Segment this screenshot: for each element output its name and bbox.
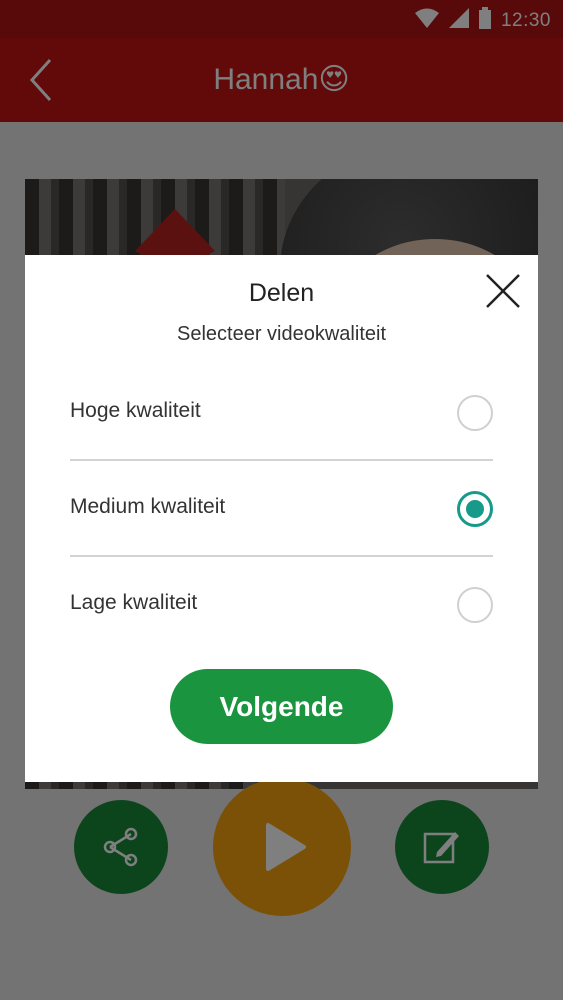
option-low-quality[interactable]: Lage kwaliteit	[70, 557, 493, 653]
quality-options: Hoge kwaliteit Medium kwaliteit Lage kwa…	[70, 365, 493, 653]
radio-high-quality[interactable]	[457, 395, 493, 431]
option-high-quality[interactable]: Hoge kwaliteit	[70, 365, 493, 461]
close-icon	[486, 274, 520, 308]
option-label: Medium kwaliteit	[70, 495, 226, 518]
radio-low-quality[interactable]	[457, 587, 493, 623]
dialog-subtitle: Selecteer videokwaliteit	[177, 323, 386, 345]
radio-medium-quality[interactable]	[457, 491, 493, 527]
next-button[interactable]: Volgende	[170, 669, 393, 744]
option-medium-quality[interactable]: Medium kwaliteit	[70, 461, 493, 557]
share-quality-dialog: Delen Selecteer videokwaliteit Hoge kwal…	[25, 255, 538, 782]
dialog-title: Delen	[248, 279, 315, 307]
option-label: Lage kwaliteit	[70, 591, 198, 614]
close-button[interactable]	[483, 271, 523, 311]
option-label: Hoge kwaliteit	[70, 399, 201, 422]
